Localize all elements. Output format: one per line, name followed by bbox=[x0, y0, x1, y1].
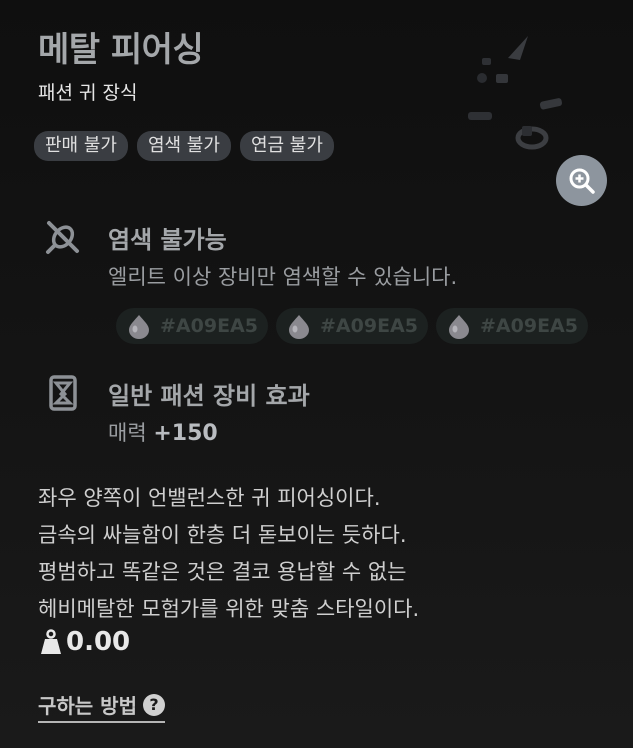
dye-color-chip: #A09EA5 bbox=[436, 308, 588, 344]
dye-color-chip: #A09EA5 bbox=[276, 308, 428, 344]
tag-not-alchemy: 연금 불가 bbox=[239, 131, 334, 161]
dye-color-code: #A09EA5 bbox=[480, 315, 578, 337]
dye-color-code: #A09EA5 bbox=[320, 315, 418, 337]
item-category: 패션 귀 장식 bbox=[38, 82, 138, 104]
tag-not-sellable: 판매 불가 bbox=[34, 131, 128, 161]
flavor-line: 평범하고 똑같은 것은 결코 용납할 수 없는 bbox=[38, 560, 407, 584]
dye-color-chip: #A09EA5 bbox=[116, 308, 268, 344]
item-name: 메탈 피어싱 bbox=[38, 30, 204, 70]
flavor-line: 헤비메탈한 모험가를 위한 맞춤 스타일이다. bbox=[38, 597, 420, 621]
item-image bbox=[468, 36, 563, 150]
dye-title: 염색 불가능 bbox=[108, 226, 227, 254]
dye-drop-icon bbox=[449, 315, 469, 339]
effect-stat: 매력 +150 bbox=[108, 417, 218, 447]
effect-stat-label: 매력 bbox=[108, 421, 147, 445]
help-icon: ? bbox=[142, 693, 165, 716]
weight-icon bbox=[41, 629, 61, 654]
dye-color-code: #A09EA5 bbox=[160, 315, 258, 337]
dye-description: 엘리트 이상 장비만 염색할 수 있습니다. bbox=[108, 265, 458, 289]
dye-drop-icon bbox=[289, 315, 309, 339]
how-to-obtain-label: 구하는 방법 bbox=[38, 694, 137, 718]
item-tags: 판매 불가 염색 불가 연금 불가 bbox=[34, 131, 334, 161]
zoom-in-icon bbox=[569, 168, 595, 194]
dye-color-list: #A09EA5 #A09EA5 #A09EA5 bbox=[116, 308, 588, 344]
weight-value: 0.00 bbox=[66, 627, 131, 657]
zoom-button[interactable] bbox=[556, 155, 607, 206]
fashion-effect-icon bbox=[49, 375, 77, 411]
effect-title: 일반 패션 장비 효과 bbox=[108, 382, 310, 410]
no-dye-icon bbox=[46, 221, 79, 254]
flavor-line: 금속의 싸늘함이 한층 더 돋보이는 듯하다. bbox=[38, 523, 407, 547]
dye-drop-icon bbox=[129, 315, 149, 339]
effect-stat-value: +150 bbox=[153, 421, 218, 446]
tag-not-dyeable: 염색 불가 bbox=[136, 131, 231, 161]
item-weight: 0.00 bbox=[40, 627, 130, 657]
flavor-text: 좌우 양쪽이 언밸런스한 귀 피어싱이다. 금속의 싸늘함이 한층 더 돋보이는… bbox=[38, 480, 419, 628]
how-to-obtain-link[interactable]: 구하는 방법 ? bbox=[38, 690, 165, 723]
flavor-line: 좌우 양쪽이 언밸런스한 귀 피어싱이다. bbox=[38, 486, 381, 510]
